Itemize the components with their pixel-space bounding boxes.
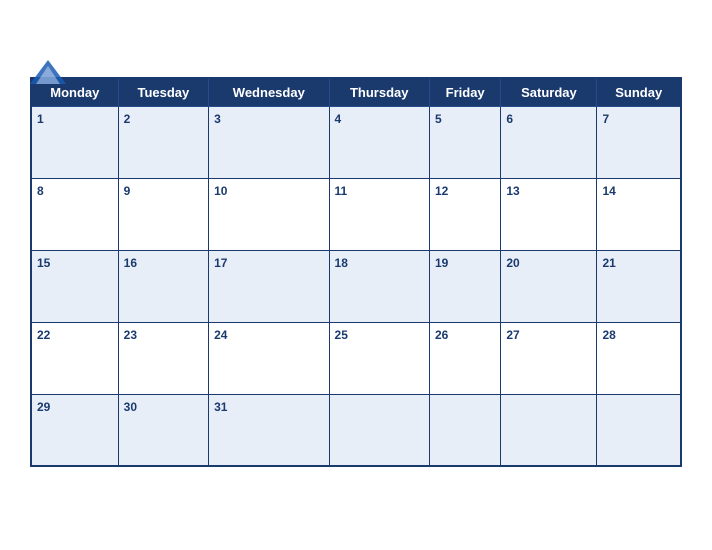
calendar-cell: 3 [209,106,329,178]
day-number: 24 [214,328,227,342]
day-number: 5 [435,112,442,126]
day-number: 3 [214,112,221,126]
day-number: 12 [435,184,448,198]
weekday-header-row: MondayTuesdayWednesdayThursdayFridaySatu… [31,78,681,107]
day-number: 9 [124,184,131,198]
day-number: 16 [124,256,137,270]
calendar-cell: 29 [31,394,118,466]
day-number: 21 [602,256,615,270]
day-number: 20 [506,256,519,270]
weekday-header-tuesday: Tuesday [118,78,208,107]
calendar-cell: 10 [209,178,329,250]
calendar-week-row: 1 2 3 4 5 6 7 [31,106,681,178]
calendar-table: MondayTuesdayWednesdayThursdayFridaySatu… [30,77,682,468]
calendar-cell: 1 [31,106,118,178]
weekday-header-sunday: Sunday [597,78,681,107]
calendar-cell: 19 [429,250,500,322]
day-number: 26 [435,328,448,342]
calendar-cell: 18 [329,250,429,322]
day-number: 31 [214,400,227,414]
calendar-cell: 12 [429,178,500,250]
day-number: 28 [602,328,615,342]
logo-area [30,60,66,85]
calendar-week-row: 15 16 17 18 19 20 21 [31,250,681,322]
generalblue-logo-icon [30,60,66,84]
day-number: 29 [37,400,50,414]
calendar-cell: 30 [118,394,208,466]
calendar-cell: 15 [31,250,118,322]
calendar-cell: 24 [209,322,329,394]
calendar-cell: 25 [329,322,429,394]
calendar-cell [597,394,681,466]
calendar-cell: 26 [429,322,500,394]
calendar-cell: 20 [501,250,597,322]
weekday-header-saturday: Saturday [501,78,597,107]
day-number: 7 [602,112,609,126]
calendar-week-row: 22 23 24 25 26 27 28 [31,322,681,394]
day-number: 30 [124,400,137,414]
calendar-week-row: 29 30 31 [31,394,681,466]
calendar-cell: 11 [329,178,429,250]
day-number: 4 [335,112,342,126]
calendar-cell: 23 [118,322,208,394]
day-number: 22 [37,328,50,342]
calendar-cell: 7 [597,106,681,178]
day-number: 10 [214,184,227,198]
day-number: 11 [335,184,348,198]
calendar-cell: 17 [209,250,329,322]
day-number: 18 [335,256,348,270]
calendar-cell: 6 [501,106,597,178]
day-number: 14 [602,184,615,198]
day-number: 6 [506,112,513,126]
calendar-cell: 21 [597,250,681,322]
day-number: 19 [435,256,448,270]
calendar-cell [429,394,500,466]
day-number: 1 [37,112,44,126]
calendar-cell: 9 [118,178,208,250]
weekday-header-thursday: Thursday [329,78,429,107]
weekday-header-friday: Friday [429,78,500,107]
day-number: 15 [37,256,50,270]
weekday-header-wednesday: Wednesday [209,78,329,107]
calendar-cell: 5 [429,106,500,178]
calendar-cell: 22 [31,322,118,394]
calendar-cell: 28 [597,322,681,394]
calendar-cell: 13 [501,178,597,250]
day-number: 13 [506,184,519,198]
calendar-cell: 27 [501,322,597,394]
calendar-cell: 16 [118,250,208,322]
calendar-wrapper: MondayTuesdayWednesdayThursdayFridaySatu… [10,63,702,488]
day-number: 25 [335,328,348,342]
calendar-cell [329,394,429,466]
calendar-cell: 4 [329,106,429,178]
calendar-cell: 8 [31,178,118,250]
day-number: 2 [124,112,131,126]
day-number: 23 [124,328,137,342]
day-number: 17 [214,256,227,270]
day-number: 8 [37,184,44,198]
calendar-cell: 31 [209,394,329,466]
calendar-cell: 14 [597,178,681,250]
calendar-cell [501,394,597,466]
calendar-cell: 2 [118,106,208,178]
day-number: 27 [506,328,519,342]
calendar-week-row: 8 9 10 11 12 13 14 [31,178,681,250]
